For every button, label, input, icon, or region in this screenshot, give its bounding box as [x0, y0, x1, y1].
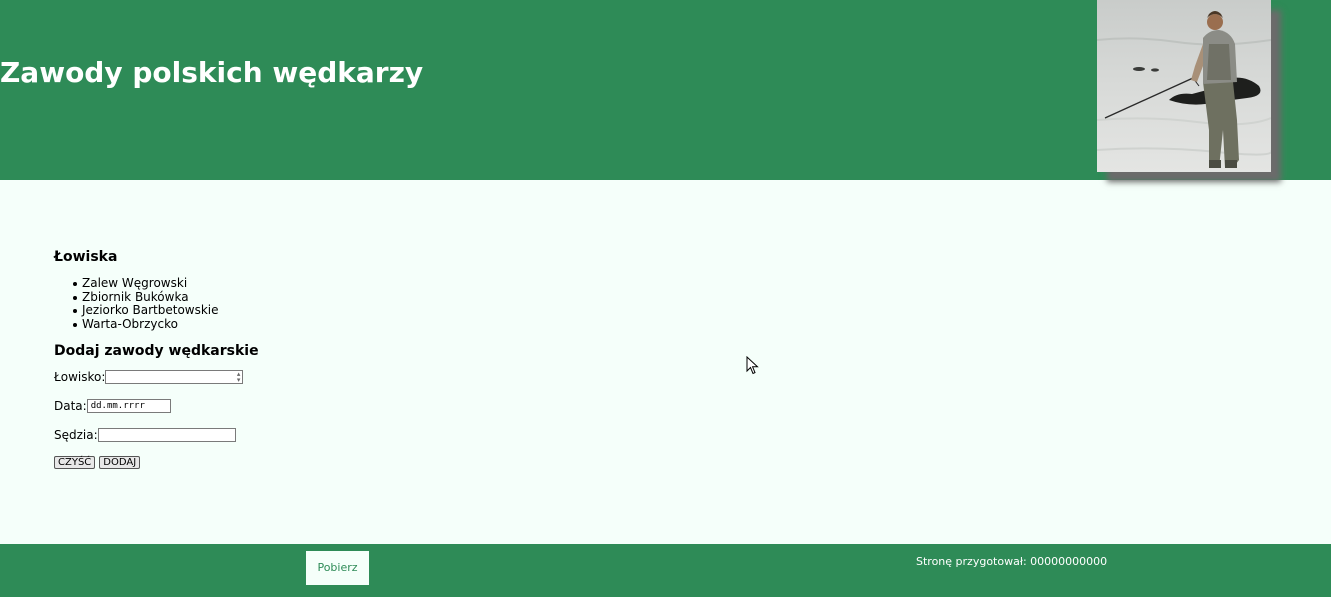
author-text: Stronę przygotował: 00000000000	[916, 555, 1108, 568]
mouse-cursor-icon	[746, 356, 759, 375]
fishing-spot-item: Zbiornik Bukówka	[73, 290, 1054, 305]
download-link[interactable]: Pobierz	[306, 551, 369, 585]
add-button[interactable]: DODAJ	[99, 456, 141, 469]
footer-bar: Pobierz Stronę przygotował: 00000000000	[0, 544, 1331, 597]
spin-arrows-icon[interactable]: ▴ ▾	[237, 371, 241, 384]
judge-input[interactable]	[97, 428, 236, 442]
spot-label: Łowisko:	[54, 370, 106, 384]
main-content: Łowiska Zalew Węgrowski Zbiornik Bukówka…	[54, 248, 1054, 469]
header-banner: Zawody polskich wędkarzy	[0, 0, 1331, 180]
fishing-spot-item: Warta-Obrzycko	[73, 317, 1054, 332]
clear-button[interactable]: CZYŚĆ	[54, 456, 96, 469]
spot-select[interactable]: ▴ ▾	[105, 370, 244, 384]
judge-label: Sędzia:	[54, 428, 98, 442]
add-competition-heading: Dodaj zawody wędkarskie	[54, 343, 259, 359]
fishing-spot-item: Jeziorko Bartbetowskie	[73, 303, 1054, 318]
date-label: Data:	[54, 399, 87, 413]
fishing-spot-item: Zalew Węgrowski	[73, 276, 1054, 291]
date-input[interactable]: dd.mm.rrrr	[86, 399, 171, 413]
form-buttons: CZYŚĆ DODAJ	[54, 456, 1054, 469]
fishing-spots-list: Zalew Węgrowski Zbiornik Bukówka Jeziork…	[54, 276, 1054, 332]
page-title: Zawody polskich wędkarzy	[0, 56, 424, 89]
spot-row: Łowisko: ▴ ▾	[54, 369, 1054, 385]
date-placeholder: dd.mm.rrrr	[90, 401, 145, 411]
angler-photo	[1097, 0, 1271, 172]
fishing-spots-heading: Łowiska	[54, 249, 118, 265]
date-row: Data: dd.mm.rrrr	[54, 398, 1054, 414]
judge-row: Sędzia:	[54, 427, 1054, 443]
